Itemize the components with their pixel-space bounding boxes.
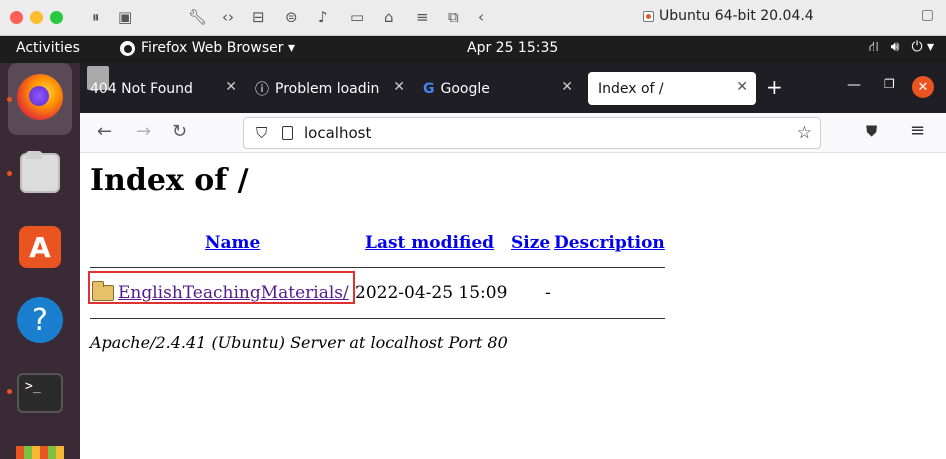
vm-title: Ubuntu 64-bit 20.04.4 [643, 8, 814, 24]
server-signature: Apache/2.4.41 (Ubuntu) Server at localho… [90, 333, 508, 352]
google-icon: G [423, 80, 435, 97]
close-tab-icon[interactable]: ✕ [736, 79, 748, 95]
forward-button[interactable]: → [136, 122, 151, 142]
firefox-icon [17, 74, 63, 120]
clock[interactable]: Apr 25 15:35 [467, 40, 558, 56]
reload-button[interactable]: ↻ [172, 122, 187, 142]
column-header-name[interactable]: Name [205, 233, 260, 253]
page-icon[interactable] [282, 126, 293, 140]
size-cell: - [545, 283, 551, 303]
column-header-size[interactable]: Size [511, 233, 550, 253]
dock-ubuntu-software[interactable]: A [16, 223, 64, 271]
network-icon: ⛙ [868, 39, 879, 55]
ubuntu-top-panel: Activities Firefox Web Browser ▾ Apr 25 … [0, 36, 946, 63]
dock-files[interactable] [16, 149, 64, 197]
terminal-icon: >_ [17, 373, 63, 413]
running-indicator [7, 389, 12, 394]
dock-firefox[interactable] [16, 73, 64, 121]
column-header-description[interactable]: Description [554, 233, 665, 253]
hamburger-menu-icon[interactable]: ≡ [910, 120, 925, 141]
tab-404[interactable]: 404 Not Found ✕ [80, 72, 245, 105]
pause-icon[interactable]: ⏸ [92, 7, 100, 27]
software-store-icon: A [19, 226, 61, 268]
app-menu-label: Firefox Web Browser ▾ [141, 40, 295, 56]
tab-index-of[interactable]: Index of / ✕ [588, 72, 756, 105]
highlight-box [88, 271, 355, 304]
last-modified-cell: 2022-04-25 15:09 [355, 283, 508, 303]
url-bar[interactable]: ⛉ localhost ☆ [243, 117, 821, 149]
tab-label: Google [440, 80, 490, 97]
vm-window-icon[interactable]: ▢ [921, 7, 934, 23]
divider [90, 318, 665, 319]
bookmark-star-icon[interactable]: ☆ [797, 123, 812, 143]
vm-host-toolbar: ⏸ ▣ 🔧︎ ‹› ⊟ ⊜ ♪ ▭ ⌂ ≡ ⧉ ‹ Ubuntu 64-bit … [0, 0, 946, 36]
close-tab-icon[interactable]: ✕ [393, 79, 405, 95]
running-indicator [7, 97, 12, 102]
activities-button[interactable]: Activities [16, 40, 80, 56]
app-menu[interactable]: Firefox Web Browser ▾ [120, 40, 295, 56]
usb-icon[interactable]: ⌂ [384, 7, 394, 27]
wrench-icon[interactable]: 🔧︎ [188, 7, 207, 27]
tab-google[interactable]: G Google ✕ [413, 72, 581, 105]
help-icon: ? [17, 297, 63, 343]
snapshot-icon[interactable]: ▣ [118, 7, 132, 27]
dock-help[interactable]: ? [16, 296, 64, 344]
power-icon: ⏻ ▾ [911, 39, 934, 55]
close-icon[interactable]: ✕ [912, 76, 934, 98]
page-content: Index of / Name Last modified Size Descr… [80, 153, 946, 459]
files-icon [20, 151, 60, 193]
new-tab-button[interactable]: + [766, 75, 783, 99]
dock: A ? >_ [0, 63, 80, 459]
printer-icon[interactable]: ≡ [416, 7, 429, 27]
url-text[interactable]: localhost [304, 124, 371, 142]
back-button[interactable]: ← [97, 122, 112, 142]
firefox-window: 404 Not Found ✕ ⓘ Problem loadin ✕ G Goo… [80, 63, 946, 459]
sharing-icon[interactable]: ⧉ [448, 7, 459, 27]
back-arrow-icon[interactable]: ‹ [478, 7, 484, 27]
tab-label: Problem loadin [275, 80, 380, 97]
divider [90, 267, 665, 268]
show-applications-icon [16, 446, 64, 459]
page-title: Index of / [90, 163, 249, 198]
info-icon: ⓘ [255, 81, 269, 98]
sound-icon[interactable]: ♪ [318, 7, 328, 27]
dock-show-applications[interactable] [16, 429, 64, 459]
close-tab-icon[interactable]: ✕ [225, 79, 237, 95]
fullscreen-window-button[interactable] [50, 11, 63, 24]
minimize-icon[interactable]: — [847, 77, 861, 93]
tab-problem-loading[interactable]: ⓘ Problem loadin ✕ [245, 72, 413, 105]
navigation-toolbar: ← → ↻ ⛉ localhost ☆ ⛊ ≡ [80, 113, 946, 153]
restore-icon[interactable]: ❐ [884, 77, 895, 91]
drive-icon[interactable]: ⊟ [252, 7, 265, 27]
vm-app-icon [643, 10, 654, 22]
camera-icon[interactable]: ▭ [350, 7, 364, 27]
vm-title-text: Ubuntu 64-bit 20.04.4 [659, 8, 814, 24]
network-adapter-icon[interactable]: ⊜ [285, 7, 298, 27]
shield-icon[interactable]: ⛉ [256, 124, 267, 142]
tab-label: Index of / [598, 80, 664, 97]
firefox-icon [120, 40, 135, 56]
tab-label: 404 Not Found [90, 80, 193, 97]
minimize-window-button[interactable] [30, 11, 43, 24]
system-tray[interactable]: ⛙ 🔊︎ ⏻ ▾ [869, 39, 934, 57]
dock-terminal[interactable]: >_ [16, 369, 64, 417]
close-tab-icon[interactable]: ✕ [561, 79, 573, 95]
pocket-icon[interactable]: ⛊ [866, 122, 877, 140]
volume-icon: 🔊︎ [890, 39, 900, 55]
close-window-button[interactable] [10, 11, 23, 24]
running-indicator [7, 171, 12, 176]
column-header-last-modified[interactable]: Last modified [365, 233, 494, 253]
tab-bar: 404 Not Found ✕ ⓘ Problem loadin ✕ G Goo… [80, 63, 946, 113]
code-icon[interactable]: ‹› [222, 7, 234, 27]
